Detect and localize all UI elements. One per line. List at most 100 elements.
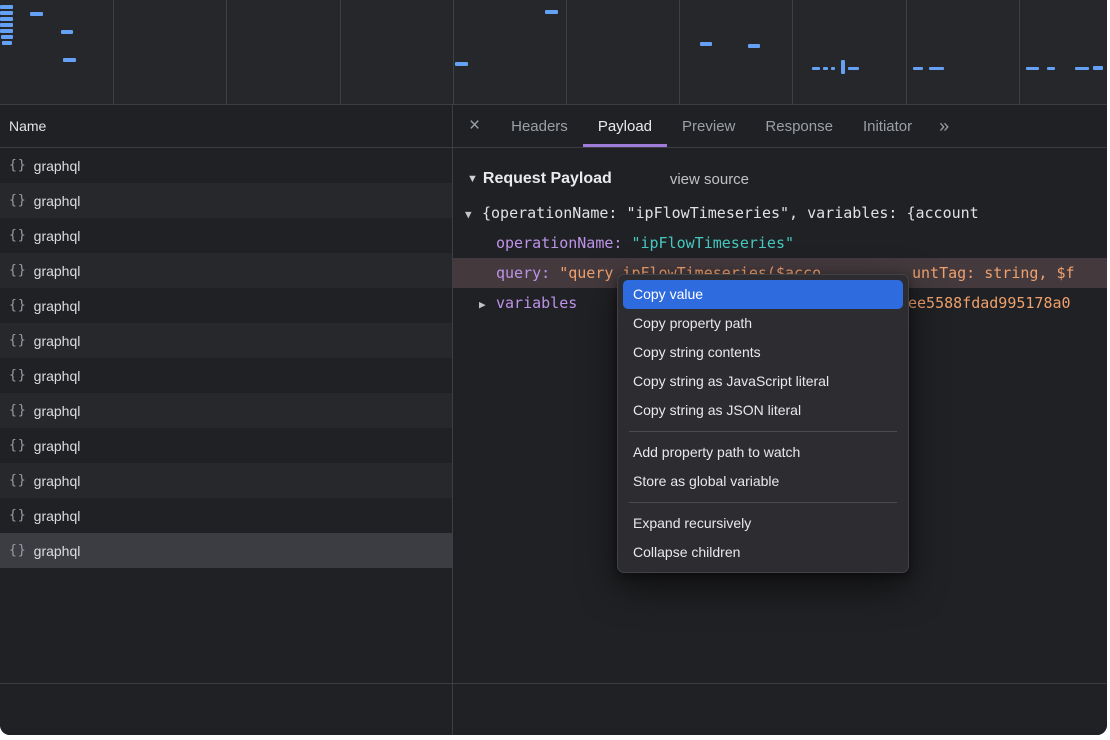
request-name: graphql [34, 438, 81, 454]
request-name: graphql [34, 158, 81, 174]
network-request-row[interactable]: {} graphql [0, 463, 452, 498]
network-request-row[interactable]: {}graphql [0, 253, 452, 288]
menu-item-copy-property-path[interactable]: Copy property path [623, 309, 903, 338]
timeline-bar [831, 67, 835, 70]
timeline-bar [0, 5, 13, 9]
timeline-bar [1, 35, 13, 39]
menu-item-copy-value[interactable]: Copy value [623, 280, 903, 309]
payload-summary-row[interactable]: ▼{operationName: "ipFlowTimeseries", var… [453, 198, 1107, 228]
request-name: graphql [34, 263, 81, 279]
request-name: graphql [34, 473, 81, 489]
expand-arrow-icon[interactable]: ▶ [479, 290, 496, 318]
grid-line [1019, 0, 1020, 104]
timeline-bar [913, 67, 923, 70]
devtools-window: Name {}graphql{}graphql{}graphql{}graphq… [0, 0, 1107, 735]
grid-line [453, 0, 454, 104]
timeline-bar [0, 17, 13, 21]
network-request-row[interactable]: {}graphql [0, 183, 452, 218]
grid-line [906, 0, 907, 104]
timeline-bar [61, 30, 73, 34]
name-column-header[interactable]: Name [0, 105, 452, 148]
view-source-link[interactable]: view source [670, 171, 749, 188]
name-column-label: Name [9, 118, 46, 134]
collapse-triangle-icon[interactable]: ▼ [467, 173, 478, 185]
grid-line [792, 0, 793, 104]
request-name: graphql [34, 543, 81, 559]
grid-line [340, 0, 341, 104]
tab-response[interactable]: Response [750, 105, 848, 147]
network-request-row[interactable]: {} graphql [0, 148, 452, 183]
menu-item-copy-string-as-javascript-literal[interactable]: Copy string as JavaScript literal [623, 367, 903, 396]
tab-preview[interactable]: Preview [667, 105, 750, 147]
timeline-bar [841, 60, 845, 74]
json-braces-icon: {} [9, 508, 27, 523]
menu-item-store-as-global-variable[interactable]: Store as global variable [623, 467, 903, 496]
network-request-row[interactable]: {} graphql [0, 358, 452, 393]
json-braces-icon: {} [9, 543, 27, 558]
property-value-fragment: ee5588fdad995178a0 [908, 288, 1071, 318]
menu-separator [629, 431, 897, 432]
timeline-bar [748, 44, 760, 48]
json-braces-icon: {} [9, 228, 27, 243]
timeline-bar [700, 42, 712, 46]
tab-initiator[interactable]: Initiator [848, 105, 927, 147]
property-key: variables [496, 294, 577, 312]
network-request-row[interactable]: {} graphql [0, 218, 452, 253]
network-request-list-panel: Name {}graphql{}graphql{}graphql{}graphq… [0, 105, 453, 735]
network-request-row[interactable]: {} graphql [0, 498, 452, 533]
json-braces-icon: {} [9, 473, 27, 488]
timeline-bar [0, 11, 13, 15]
timeline-bar [812, 67, 820, 70]
grid-line [679, 0, 680, 104]
request-payload-title: Request Payload [483, 170, 612, 188]
property-value: "ipFlowTimeseries" [631, 234, 794, 252]
context-menu: Copy valueCopy property pathCopy string … [617, 274, 909, 573]
timeline-bar [63, 58, 76, 62]
close-icon[interactable]: × [453, 105, 496, 147]
menu-item-collapse-children[interactable]: Collapse children [623, 538, 903, 567]
timeline-bar [455, 62, 468, 66]
payload-row-operationname[interactable]: operationName: "ipFlowTimeseries" [453, 228, 1107, 258]
network-overview-timeline[interactable] [0, 0, 1107, 105]
timeline-bar [545, 10, 558, 14]
timeline-bar [823, 67, 828, 70]
json-braces-icon: {} [9, 438, 27, 453]
network-request-row[interactable]: {} graphql [0, 533, 452, 568]
tab-payload[interactable]: Payload [583, 105, 667, 147]
json-braces-icon: {} [9, 193, 27, 208]
timeline-bar [30, 12, 43, 16]
json-braces-icon: {} [9, 403, 27, 418]
expand-arrow-icon[interactable]: ▼ [465, 200, 482, 228]
network-request-row[interactable]: {}graphql [0, 393, 452, 428]
request-name: graphql [34, 368, 81, 384]
grid-line [566, 0, 567, 104]
menu-item-copy-string-as-json-literal[interactable]: Copy string as JSON literal [623, 396, 903, 425]
json-braces-icon: {} [9, 368, 27, 383]
request-name: graphql [34, 333, 81, 349]
tab-headers[interactable]: Headers [496, 105, 583, 147]
menu-item-expand-recursively[interactable]: Expand recursively [623, 509, 903, 538]
network-request-row[interactable]: {}graphql [0, 323, 452, 358]
json-braces-icon: {} [9, 298, 27, 313]
timeline-bar [929, 67, 944, 70]
property-key: operationName: [496, 234, 631, 252]
request-name: graphql [34, 508, 81, 524]
request-name: graphql [34, 298, 81, 314]
bottom-divider [0, 683, 1107, 684]
network-request-row[interactable]: {} graphql [0, 288, 452, 323]
request-rows: {} graphql {} graphql {} graphql {} graphql {} gr… [0, 148, 452, 568]
json-braces-icon: {} [9, 158, 27, 173]
menu-item-add-property-path-to-watch[interactable]: Add property path to watch [623, 438, 903, 467]
more-tabs-icon[interactable]: » [927, 105, 960, 147]
request-name: graphql [34, 228, 81, 244]
grid-line [113, 0, 114, 104]
timeline-bar [1093, 66, 1103, 70]
timeline-bar [0, 23, 13, 27]
request-payload-header: ▼ Request Payload view source [453, 164, 1107, 194]
timeline-bar [1047, 67, 1055, 70]
menu-item-copy-string-contents[interactable]: Copy string contents [623, 338, 903, 367]
timeline-bar [1026, 67, 1039, 70]
details-tab-bar: × HeadersPayloadPreviewResponseInitiator… [453, 105, 1107, 148]
payload-summary-text: {operationName: "ipFlowTimeseries", vari… [482, 204, 979, 222]
network-request-row[interactable]: {} graphql [0, 428, 452, 463]
